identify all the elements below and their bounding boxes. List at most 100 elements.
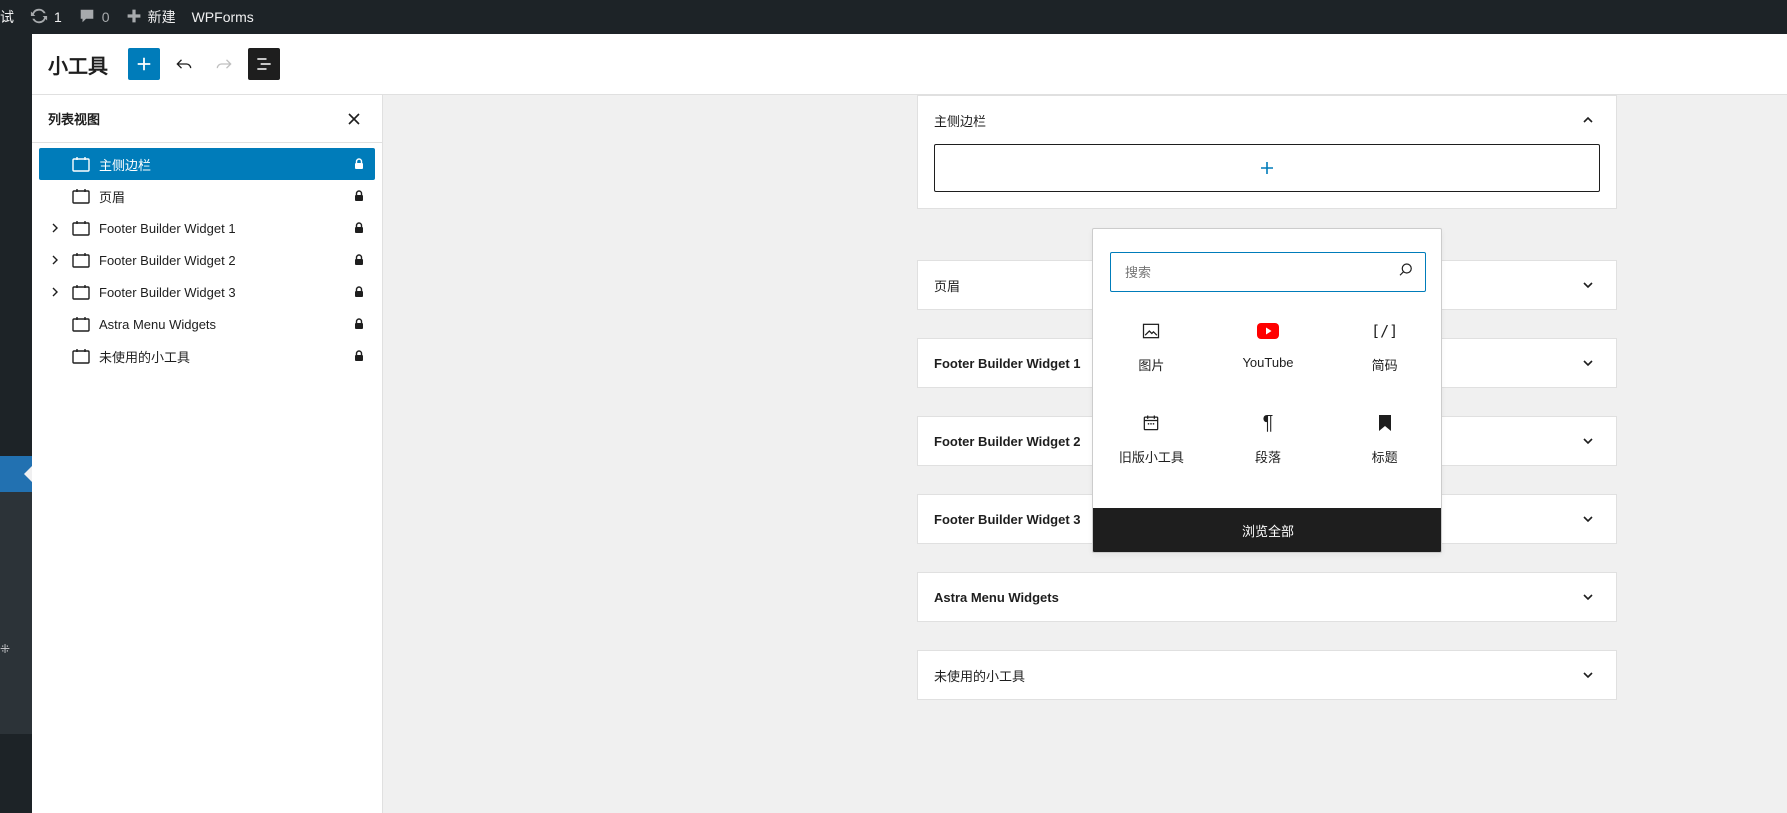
list-view-item-label: Footer Builder Widget 3 xyxy=(99,284,236,300)
widget-area-main-sidebar: 主侧边栏 xyxy=(917,95,1617,209)
block-youtube-button[interactable]: YouTube xyxy=(1210,319,1327,381)
plus-icon xyxy=(126,8,142,27)
block-shortcode-button[interactable]: [/] 简码 xyxy=(1326,319,1441,381)
comments-count: 0 xyxy=(101,9,110,25)
list-view-item[interactable]: Footer Builder Widget 3 xyxy=(39,276,375,308)
lock-icon xyxy=(351,220,367,236)
list-view-item-label: Footer Builder Widget 2 xyxy=(99,252,236,268)
block-image-button[interactable]: 图片 xyxy=(1093,319,1210,381)
chevron-right-icon[interactable] xyxy=(45,282,65,302)
list-view-panel: 列表视图 主侧边栏页眉 Footer Builder Widget 1 Footer… xyxy=(32,95,383,813)
updates-item[interactable]: 1 xyxy=(22,0,70,34)
updates-icon xyxy=(30,7,48,28)
new-content-label: 新建 xyxy=(147,9,176,25)
updates-count: 1 xyxy=(54,9,62,25)
comments-item[interactable]: 0 xyxy=(70,0,118,34)
list-view-title: 列表视图 xyxy=(48,112,101,127)
block-label: 段落 xyxy=(1254,450,1281,465)
widget-area-title: Footer Builder Widget 3 xyxy=(934,511,1081,527)
plus-icon xyxy=(135,55,153,73)
paragraph-icon: ¶ xyxy=(1262,411,1274,434)
block-label: 旧版小工具 xyxy=(1118,450,1184,465)
site-name-item[interactable]: 试 xyxy=(0,0,22,34)
list-view-tree: 主侧边栏页眉 Footer Builder Widget 1 Footer Buil… xyxy=(32,143,382,377)
widget-area-icon xyxy=(69,152,93,176)
wpforms-item[interactable]: WPForms xyxy=(184,0,262,34)
bookmark-icon xyxy=(1373,411,1397,435)
close-list-view-button[interactable] xyxy=(342,107,366,131)
list-view-item[interactable]: 页眉 xyxy=(39,180,375,212)
block-label: YouTube xyxy=(1242,355,1294,370)
editor-header: 小工具 xyxy=(32,34,1787,95)
block-label: 图片 xyxy=(1138,358,1165,373)
lock-icon xyxy=(351,316,367,332)
list-view-header: 列表视图 xyxy=(32,95,382,143)
widget-area-icon xyxy=(69,184,93,208)
chevron-right-icon[interactable] xyxy=(45,250,65,270)
plus-icon xyxy=(1261,162,1273,174)
block-legacy-widget-button[interactable]: 旧版小工具 xyxy=(1093,411,1210,473)
widget-area-inactive: 未使用的小工具 xyxy=(917,650,1617,700)
lock-icon xyxy=(351,284,367,300)
widget-area-header[interactable]: Astra Menu Widgets xyxy=(918,573,1616,621)
close-icon xyxy=(348,112,360,125)
lock-icon xyxy=(351,348,367,364)
site-name-label: 试 xyxy=(0,9,14,25)
collapse-icon[interactable]: ⁜ xyxy=(0,642,10,656)
list-view-item-label: 主侧边栏 xyxy=(99,157,152,173)
list-view-item[interactable]: 主侧边栏 xyxy=(39,148,375,180)
widget-area-title: Astra Menu Widgets xyxy=(934,589,1059,605)
list-view-button[interactable] xyxy=(248,48,280,80)
comment-icon xyxy=(78,7,96,28)
inserter-search-input[interactable] xyxy=(1125,264,1397,280)
widget-area-icon xyxy=(69,216,93,240)
undo-button[interactable] xyxy=(168,48,200,80)
chevron-up-icon[interactable] xyxy=(1576,108,1600,132)
block-paragraph-button[interactable]: ¶ 段落 xyxy=(1210,411,1327,473)
chevron-down-icon[interactable] xyxy=(1576,273,1600,297)
browse-all-button[interactable]: 浏览全部 xyxy=(1093,508,1441,552)
chevron-right-icon[interactable] xyxy=(45,218,65,238)
list-view-item[interactable]: Astra Menu Widgets xyxy=(39,308,375,340)
undo-icon xyxy=(174,54,194,74)
list-view-item-label: 未使用的小工具 xyxy=(99,349,191,365)
lock-icon xyxy=(351,156,367,172)
shortcode-icon: [/] xyxy=(1371,322,1399,340)
list-view-item[interactable]: 未使用的小工具 xyxy=(39,340,375,372)
new-content-item[interactable]: 新建 xyxy=(118,0,184,34)
block-label: 标题 xyxy=(1371,450,1398,465)
widget-area-header[interactable]: 主侧边栏 xyxy=(918,96,1616,144)
youtube-icon xyxy=(1256,319,1280,343)
calendar-widget-icon xyxy=(1139,411,1163,435)
add-block-button[interactable] xyxy=(128,48,160,80)
widget-area-header[interactable]: 未使用的小工具 xyxy=(918,651,1616,699)
inserter-block-grid: 图片 YouTube [/] 简码 旧版小工具 ¶ 段落 标题 xyxy=(1093,319,1441,473)
list-view-icon xyxy=(254,54,274,74)
chevron-down-icon[interactable] xyxy=(1576,351,1600,375)
admin-submenu: ⁜ xyxy=(0,492,32,734)
list-view-item-label: 页眉 xyxy=(99,189,126,205)
redo-button[interactable] xyxy=(208,48,240,80)
widget-area-icon xyxy=(69,280,93,304)
chevron-down-icon[interactable] xyxy=(1576,507,1600,531)
list-view-item[interactable]: Footer Builder Widget 2 xyxy=(39,244,375,276)
block-heading-button[interactable]: 标题 xyxy=(1326,411,1441,473)
chevron-down-icon[interactable] xyxy=(1576,429,1600,453)
block-label: 简码 xyxy=(1371,358,1398,373)
block-appender-button[interactable] xyxy=(934,144,1600,192)
list-view-item[interactable]: Footer Builder Widget 1 xyxy=(39,212,375,244)
widget-area-title: 未使用的小工具 xyxy=(934,668,1026,684)
redo-icon xyxy=(214,54,234,74)
widget-area-astra-menu: Astra Menu Widgets xyxy=(917,572,1617,622)
wpforms-label: WPForms xyxy=(191,9,254,25)
list-view-item-label: Footer Builder Widget 1 xyxy=(99,220,236,236)
chevron-down-icon[interactable] xyxy=(1576,585,1600,609)
admin-menu-active-item[interactable] xyxy=(0,456,32,492)
page-title: 小工具 xyxy=(48,55,108,78)
search-icon xyxy=(1397,261,1415,284)
chevron-down-icon[interactable] xyxy=(1576,663,1600,687)
admin-menu: ⁜ xyxy=(0,34,32,813)
